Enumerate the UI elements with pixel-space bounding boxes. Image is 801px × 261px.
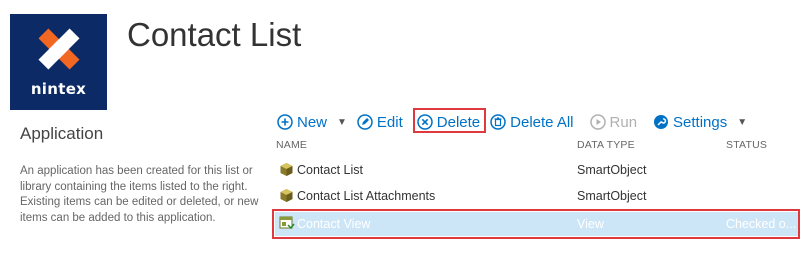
delete-all-button[interactable]: Delete All (490, 113, 574, 131)
new-label: New (297, 113, 328, 131)
smartobject-icon (280, 163, 293, 176)
play-circle-icon (589, 114, 606, 130)
column-header-status[interactable]: STATUS (726, 139, 767, 151)
toolbar: New ▼ Edit Delete Delete All Run Setting… (277, 110, 757, 134)
page-title: Contact List (127, 16, 302, 53)
delete-all-label: Delete All (510, 113, 574, 131)
delete-highlight-box (413, 108, 486, 133)
selected-row-highlight-box (272, 209, 800, 239)
row-data-type: SmartObject (577, 163, 647, 177)
wrench-circle-icon (654, 115, 669, 129)
side-description: An application has been created for this… (20, 165, 259, 224)
nintex-logo: nintex (10, 14, 107, 110)
settings-label: Settings (673, 113, 728, 131)
table-row[interactable]: Contact List Attachments SmartObject (275, 184, 799, 208)
settings-button[interactable]: Settings (653, 114, 727, 131)
new-dropdown-caret-icon[interactable]: ▼ (337, 117, 347, 128)
smartobject-icon (280, 189, 293, 202)
trash-circle-icon (490, 114, 506, 130)
column-header-data-type[interactable]: DATA TYPE (577, 139, 635, 151)
run-button[interactable]: Run (589, 113, 638, 131)
logo-x-icon (38, 28, 80, 70)
edit-button[interactable]: Edit (357, 114, 403, 131)
new-button[interactable]: New (277, 114, 327, 131)
logo-text: nintex (30, 80, 87, 98)
column-header-name[interactable]: NAME (276, 139, 307, 151)
settings-dropdown-caret-icon[interactable]: ▼ (737, 117, 747, 128)
run-label: Run (609, 113, 638, 131)
pencil-circle-icon (357, 114, 373, 130)
row-name: Contact List (297, 163, 364, 177)
plus-circle-icon (277, 114, 293, 130)
side-heading: Application (20, 124, 104, 143)
row-name: Contact List Attachments (297, 189, 436, 203)
edit-label: Edit (376, 113, 403, 131)
table-row[interactable]: Contact List SmartObject (275, 158, 799, 182)
row-data-type: SmartObject (577, 189, 647, 203)
